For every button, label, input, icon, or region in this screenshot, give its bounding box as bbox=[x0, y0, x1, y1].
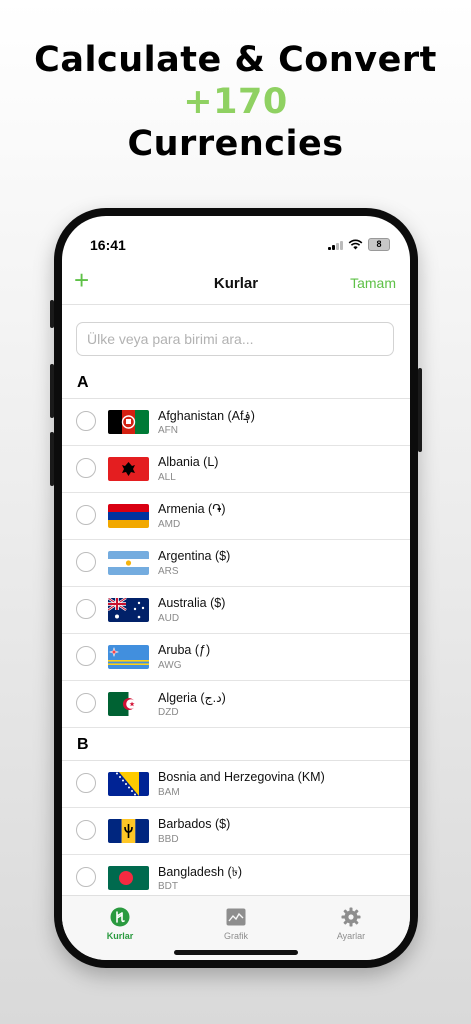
currency-code: AUD bbox=[158, 613, 180, 624]
status-time: 16:41 bbox=[90, 237, 126, 253]
afghanistan-flag-icon bbox=[108, 410, 149, 434]
currency-name: Afghanistan (Af؋) bbox=[158, 409, 255, 423]
list-item[interactable]: Aruba (ƒ) AWG bbox=[62, 634, 410, 681]
currency-list: A Afghanistan (Af؋) AFN Albania (L) ALL … bbox=[62, 366, 410, 902]
navigation-bar: + Kurlar Tamam bbox=[62, 260, 410, 305]
list-item[interactable]: Albania (L) ALL bbox=[62, 446, 410, 493]
section-letter: B bbox=[77, 736, 89, 753]
aruba-flag-icon bbox=[108, 645, 149, 669]
currency-code: ARS bbox=[158, 566, 179, 577]
search-input[interactable] bbox=[76, 322, 394, 356]
section-header-a: A bbox=[62, 366, 410, 399]
status-icons: 8 bbox=[328, 238, 390, 251]
section-letter: A bbox=[77, 374, 89, 391]
gear-icon bbox=[341, 907, 361, 927]
select-radio[interactable] bbox=[76, 599, 96, 619]
volume-up-button bbox=[50, 364, 54, 418]
done-button[interactable]: Tamam bbox=[350, 275, 396, 291]
cellular-signal-icon bbox=[328, 240, 343, 250]
phone-frame: 16:41 8 + Kurlar Tamam A bbox=[50, 208, 422, 968]
list-item[interactable]: Australia ($) AUD bbox=[62, 587, 410, 634]
app-screen: 16:41 8 + Kurlar Tamam A bbox=[62, 216, 410, 960]
currency-name: Albania (L) bbox=[158, 455, 219, 469]
currency-name: Aruba (ƒ) bbox=[158, 643, 211, 657]
promo-title-line3: Currencies bbox=[127, 124, 344, 164]
currency-name: Barbados ($) bbox=[158, 817, 231, 831]
currency-code: ALL bbox=[158, 472, 176, 483]
currency-code: AMD bbox=[158, 519, 181, 530]
barbados-flag-icon bbox=[108, 819, 149, 843]
select-radio[interactable] bbox=[76, 458, 96, 478]
tab-grafik[interactable]: Grafik bbox=[196, 906, 276, 941]
currency-name: Bosnia and Herzegovina (KM) bbox=[158, 770, 325, 784]
tab-kurlar[interactable]: Kurlar bbox=[80, 906, 160, 941]
bosnia-flag-icon bbox=[108, 772, 149, 796]
battery-icon: 8 bbox=[368, 238, 390, 251]
select-radio[interactable] bbox=[76, 773, 96, 793]
chart-icon bbox=[226, 908, 246, 926]
wifi-icon bbox=[348, 239, 363, 250]
promo-title-line1: Calculate & Convert bbox=[34, 40, 437, 80]
tab-label: Kurlar bbox=[106, 931, 134, 941]
volume-down-button bbox=[50, 432, 54, 486]
list-item[interactable]: Armenia (֏) AMD bbox=[62, 493, 410, 540]
select-radio[interactable] bbox=[76, 552, 96, 572]
currency-code: AWG bbox=[158, 660, 182, 671]
mute-switch bbox=[50, 300, 54, 328]
list-item[interactable]: Barbados ($) BBD bbox=[62, 808, 410, 855]
select-radio[interactable] bbox=[76, 411, 96, 431]
tab-ayarlar[interactable]: Ayarlar bbox=[311, 906, 391, 941]
select-radio[interactable] bbox=[76, 505, 96, 525]
armenia-flag-icon bbox=[108, 504, 149, 528]
australia-flag-icon bbox=[108, 598, 149, 622]
argentina-flag-icon bbox=[108, 551, 149, 575]
currency-code: BAM bbox=[158, 787, 180, 798]
list-item[interactable]: Argentina ($) ARS bbox=[62, 540, 410, 587]
select-radio[interactable] bbox=[76, 693, 96, 713]
currency-name: Algeria (د.ج) bbox=[158, 691, 226, 705]
home-indicator[interactable] bbox=[174, 950, 298, 955]
currency-icon bbox=[110, 907, 130, 927]
tab-label: Ayarlar bbox=[336, 931, 366, 941]
select-radio[interactable] bbox=[76, 820, 96, 840]
status-bar: 16:41 8 bbox=[62, 216, 410, 256]
currency-code: DZD bbox=[158, 707, 179, 718]
currency-code: BBD bbox=[158, 834, 179, 845]
currency-name: Argentina ($) bbox=[158, 549, 231, 563]
list-item[interactable]: Bosnia and Herzegovina (KM) BAM bbox=[62, 761, 410, 808]
currency-name: Armenia (֏) bbox=[158, 502, 226, 516]
currency-name: Australia ($) bbox=[158, 596, 226, 610]
algeria-flag-icon bbox=[108, 692, 149, 716]
select-radio[interactable] bbox=[76, 867, 96, 887]
power-button bbox=[418, 368, 422, 452]
section-header-b: B bbox=[62, 728, 410, 761]
list-item[interactable]: Algeria (د.ج) DZD bbox=[62, 681, 410, 728]
currency-code: BDT bbox=[158, 881, 178, 892]
list-item[interactable]: Afghanistan (Af؋) AFN bbox=[62, 399, 410, 446]
currency-code: AFN bbox=[158, 425, 178, 436]
select-radio[interactable] bbox=[76, 646, 96, 666]
tab-label: Grafik bbox=[223, 931, 248, 941]
albania-flag-icon bbox=[108, 457, 149, 481]
bangladesh-flag-icon bbox=[108, 866, 149, 890]
promo-title-line2: +170 bbox=[183, 82, 288, 122]
